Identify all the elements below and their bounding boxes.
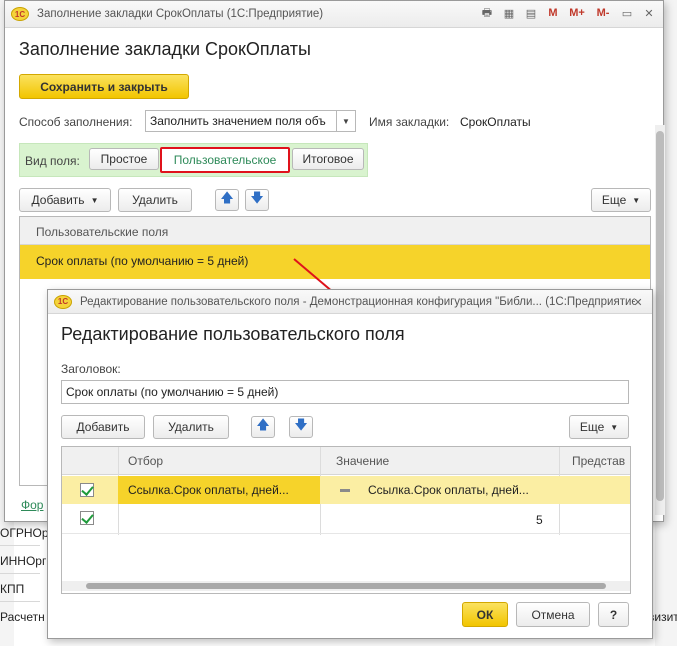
- conditions-grid[interactable]: Отбор Значение Представ Ссылка.Срок опла…: [61, 446, 631, 594]
- row-value: Ссылка.Срок оплаты, дней...: [368, 483, 529, 497]
- dialog-delete-button[interactable]: Удалить: [153, 415, 229, 439]
- arrow-down-icon: 🡇: [294, 417, 308, 432]
- row-value: 5: [536, 513, 543, 527]
- conditions-horizontal-scroll-thumb[interactable]: [86, 583, 606, 589]
- edit-field-dialog: 1С Редактирование пользовательского поля…: [47, 289, 653, 639]
- dialog-more-button-label: Еще: [579, 420, 605, 434]
- column-filter[interactable]: Отбор: [128, 454, 163, 468]
- ok-button[interactable]: ОК: [462, 602, 508, 627]
- conditions-horizontal-scrollbar[interactable]: [62, 581, 630, 591]
- dialog-move-down-button[interactable]: 🡇: [289, 416, 313, 438]
- arrow-up-icon: 🡅: [256, 417, 270, 432]
- row-divider: [62, 533, 630, 534]
- dialog-add-button[interactable]: Добавить: [61, 415, 145, 439]
- dialog-move-up-button[interactable]: 🡅: [251, 416, 275, 438]
- chevron-down-icon: ▼: [610, 422, 619, 432]
- row-filter-value: Ссылка.Срок оплаты, дней...: [128, 483, 289, 497]
- comparison-dash-icon: [340, 489, 350, 492]
- close-icon[interactable]: ✕: [630, 294, 646, 310]
- dialog-title: Редактирование пользовательского поля - …: [80, 295, 635, 308]
- caption-input[interactable]: Срок оплаты (по умолчанию = 5 дней): [61, 380, 629, 404]
- dialog-heading: Редактирование пользовательского поля: [61, 324, 405, 344]
- caption-label: Заголовок:: [61, 362, 121, 376]
- 1c-logo-icon: 1С: [54, 294, 72, 309]
- column-value[interactable]: Значение: [336, 454, 389, 468]
- row-checkbox[interactable]: [80, 483, 94, 497]
- column-presentation[interactable]: Представ: [572, 454, 625, 468]
- row-checkbox[interactable]: [80, 511, 94, 525]
- cancel-button[interactable]: Отмена: [516, 602, 590, 627]
- dialog-titlebar: 1С Редактирование пользовательского поля…: [48, 290, 652, 314]
- dialog-more-button[interactable]: Еще ▼: [569, 415, 629, 439]
- help-button[interactable]: ?: [598, 602, 629, 627]
